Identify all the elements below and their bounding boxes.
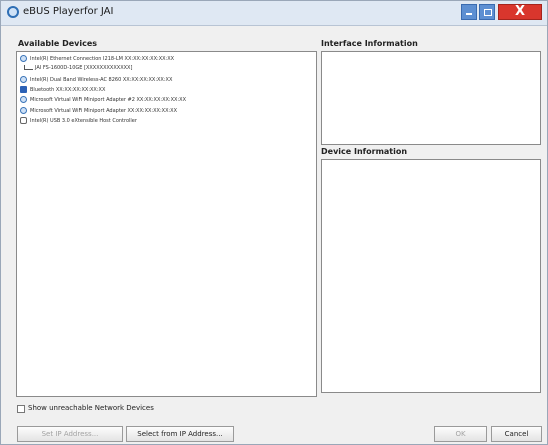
device-item[interactable]: Intel(R) Dual Band Wireless-AC 8260 XX:X…	[20, 76, 172, 86]
maximize-button[interactable]	[479, 4, 495, 20]
network-adapter-icon	[20, 107, 27, 114]
bluetooth-icon	[20, 86, 27, 93]
window-title: eBUS Playerfor JAI	[23, 6, 114, 17]
interface-information-title: Interface Information	[321, 39, 418, 48]
minimize-button[interactable]	[461, 4, 477, 20]
device-item[interactable]: Intel(R) Ethernet Connection I218-LM XX:…	[20, 55, 174, 65]
ebus-player-window: eBUS Playerfor JAI X Available Devices I…	[0, 0, 548, 445]
select-from-ip-address-button[interactable]: Select from IP Address...	[126, 426, 234, 442]
available-devices-list[interactable]: Intel(R) Ethernet Connection I218-LM XX:…	[16, 51, 317, 397]
show-unreachable-label: Show unreachable Network Devices	[28, 404, 154, 412]
interface-information-panel	[321, 51, 541, 145]
device-item[interactable]: Intel(R) USB 3.0 eXtensible Host Control…	[20, 117, 137, 127]
set-ip-address-button[interactable]: Set IP Address...	[17, 426, 123, 442]
network-adapter-icon	[20, 76, 27, 83]
usb-icon	[20, 117, 27, 124]
cancel-button[interactable]: Cancel	[491, 426, 542, 442]
title-bar: eBUS Playerfor JAI X	[1, 1, 547, 26]
network-adapter-icon	[20, 55, 27, 62]
available-devices-title: Available Devices	[18, 39, 98, 48]
device-information-panel	[321, 159, 541, 393]
show-unreachable-checkbox[interactable]	[17, 405, 25, 413]
close-button[interactable]: X	[498, 4, 542, 20]
device-item-child[interactable]: JAI FS-1600D-10GE [XXXXXXXXXXXXX]	[24, 65, 132, 75]
device-item[interactable]: Microsoft Virtual WiFi Miniport Adapter …	[20, 107, 177, 117]
ebus-app-icon	[7, 6, 19, 18]
network-adapter-icon	[20, 96, 27, 103]
device-item[interactable]: Bluetooth XX:XX:XX:XX:XX:XX	[20, 86, 105, 96]
tree-connector-icon	[24, 65, 33, 70]
ok-button[interactable]: OK	[434, 426, 487, 442]
device-item[interactable]: Microsoft Virtual WiFi Miniport Adapter …	[20, 96, 186, 106]
device-information-title: Device Information	[321, 147, 408, 156]
